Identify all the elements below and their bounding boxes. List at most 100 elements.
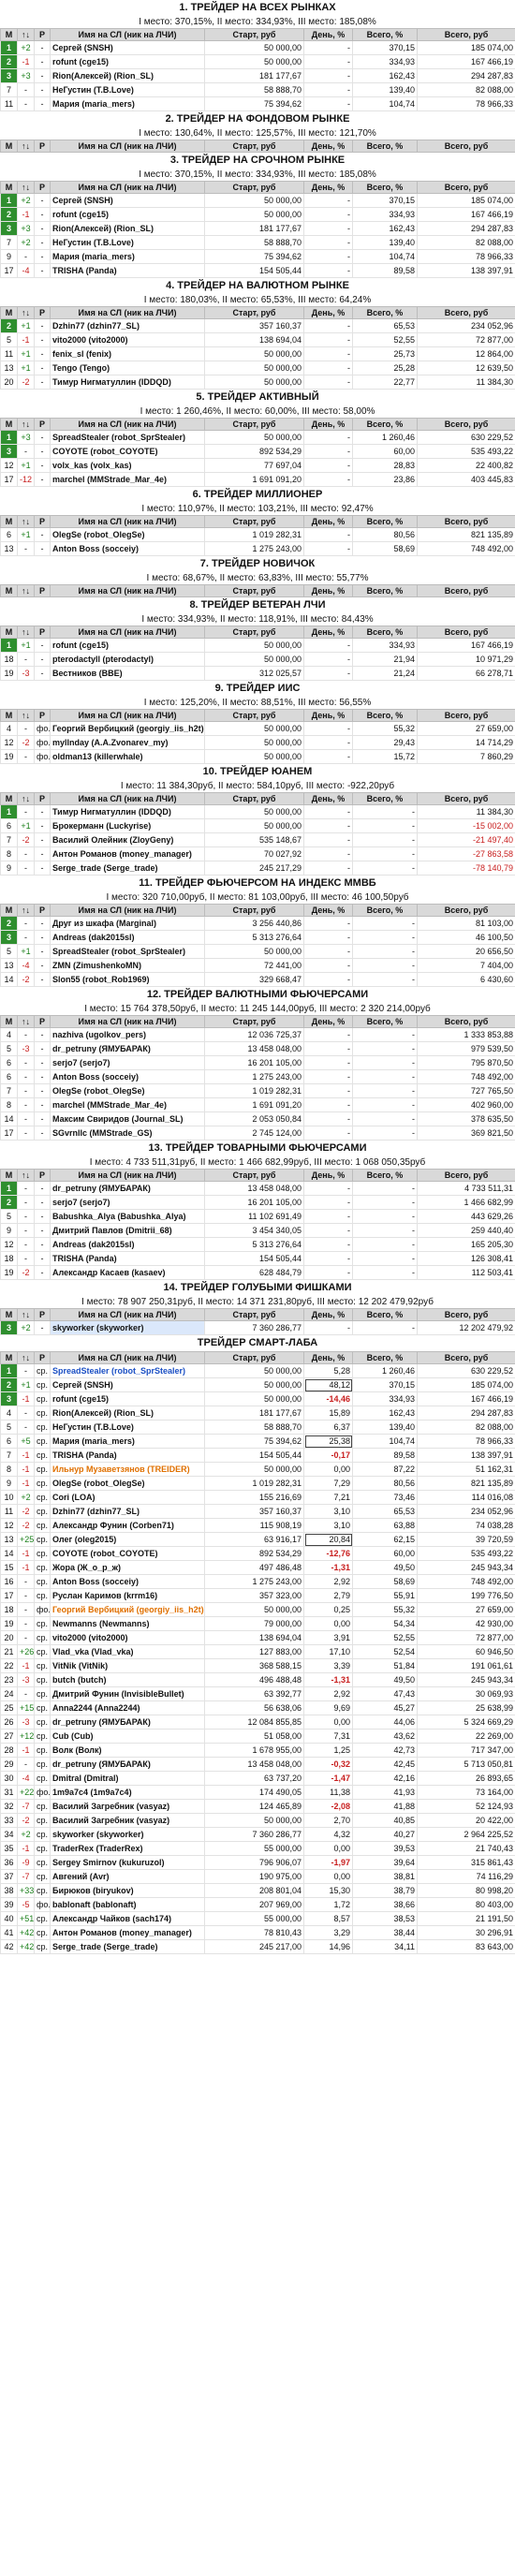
column-header[interactable]: М	[0, 1351, 18, 1364]
table-row[interactable]: 1 +3- SpreadStealer (robot_SprStealer) 50 0…	[0, 430, 515, 445]
name-cell[interactable]: dr_petruny (ЯМУБАРАК)	[50, 1715, 205, 1730]
name-cell[interactable]: SpreadStealer (robot_SprStealer)	[50, 1363, 205, 1378]
table-row[interactable]: 20- ср. vito2000 (vito2000) 138 694,04 3,91 5…	[0, 1630, 515, 1645]
column-header[interactable]: День, %	[303, 181, 353, 194]
table-row[interactable]: 1 +2- Сергей (SNSH) 50 000,00-370,15 185 074…	[0, 40, 515, 55]
table-row[interactable]: 17 -4- TRISHA (Panda) 154 505,44-89,58 138 3…	[0, 263, 515, 278]
column-header[interactable]: ↑↓	[17, 181, 35, 194]
name-cell[interactable]: Бирюков (biryukov)	[50, 1883, 205, 1898]
name-cell[interactable]: volx_kas (volx_kas)	[50, 458, 205, 473]
column-header[interactable]: Р	[34, 181, 51, 194]
name-cell[interactable]: TRISHA (Panda)	[50, 1448, 205, 1463]
column-header[interactable]: Старт, руб	[204, 626, 304, 639]
column-header[interactable]: Всего, %	[352, 1308, 418, 1321]
column-header[interactable]: Всего, %	[352, 181, 418, 194]
table-row[interactable]: 8- - Антон Романов (money_manager) 70 027,9…	[0, 846, 515, 861]
column-header[interactable]: Всего, руб	[417, 584, 515, 597]
column-header[interactable]: ↑↓	[17, 1351, 35, 1364]
table-row[interactable]: 3- - COYOTE (robot_COYOTE) 892 534,29-60,00…	[0, 444, 515, 459]
table-row[interactable]: 19- фо. oldman13 (killerwhale) 50 000,00-15…	[0, 749, 515, 764]
name-cell[interactable]: Антон Романов (money_manager)	[50, 846, 205, 861]
name-cell[interactable]: COYOTE (robot_COYOTE)	[50, 444, 205, 459]
column-header[interactable]: М	[0, 1169, 18, 1182]
name-cell[interactable]: Slon55 (robot_Rob1969)	[50, 972, 205, 987]
column-header[interactable]: ↑↓	[17, 1308, 35, 1321]
column-header[interactable]: Всего, руб	[417, 140, 515, 153]
name-cell[interactable]: TraderRex (TraderRex)	[50, 1841, 205, 1856]
table-row[interactable]: 1- - Тимур Нигматуллин (IDDQD) 50 000,00- -1…	[0, 804, 515, 819]
column-header[interactable]: Всего, руб	[417, 904, 515, 917]
column-header[interactable]: Всего, руб	[417, 1015, 515, 1028]
column-header[interactable]: Всего, %	[352, 584, 418, 597]
name-cell[interactable]: pterodactyll (pterodactyl)	[50, 652, 205, 667]
table-row[interactable]: 6- - Anton Boss (socceiy) 1 275 243,00- -748…	[0, 1069, 515, 1084]
table-row[interactable]: 8- - marchel (MMStrade_Mar_4e) 1 691 091,20…	[0, 1097, 515, 1112]
table-row[interactable]: 14- - Максим Свиридов (Journal_SL) 2 053 05…	[0, 1111, 515, 1126]
column-header[interactable]: День, %	[303, 28, 353, 41]
name-cell[interactable]: Sergey Smirnov (kukuruzol)	[50, 1855, 205, 1870]
name-cell[interactable]: Сергей (SNSH)	[50, 1377, 205, 1392]
name-cell[interactable]: 1m9a7c4 (1m9a7c4)	[50, 1785, 205, 1800]
name-cell[interactable]: ZMN (ZimushenkoMN)	[50, 958, 205, 973]
table-row[interactable]: 2 -1- rofunt (cge15) 50 000,00-334,93 167 46…	[0, 54, 515, 69]
table-row[interactable]: 9- - Дмитрий Павлов (Dmitrii_68) 3 454 340,…	[0, 1223, 515, 1238]
column-header[interactable]: ↑↓	[17, 306, 35, 319]
table-row[interactable]: 38 +33 ср. Бирюков (biryukov) 208 801,04 15,3…	[0, 1883, 515, 1898]
column-header[interactable]: Имя на СЛ (ник на ЛЧИ)	[50, 709, 205, 722]
name-cell[interactable]: Жора (Ж_о_р_ж)	[50, 1560, 205, 1575]
column-header[interactable]: День, %	[303, 515, 353, 528]
column-header[interactable]: Имя на СЛ (ник на ЛЧИ)	[50, 584, 205, 597]
name-cell[interactable]: oldman13 (killerwhale)	[50, 749, 205, 764]
column-header[interactable]: Всего, %	[352, 306, 418, 319]
name-cell[interactable]: Vlad_vka (Vlad_vka)	[50, 1644, 205, 1659]
name-cell[interactable]: OlegSe (robot_OlegSe)	[50, 1476, 205, 1491]
column-header[interactable]: ↑↓	[17, 28, 35, 41]
table-row[interactable]: 23 -3 ср. butch (butch) 496 488,48 -1,31 49,50…	[0, 1672, 515, 1687]
column-header[interactable]: Всего, руб	[417, 1351, 515, 1364]
name-cell[interactable]: Георгий Вербицкий (georgiy_iis_h2t)	[50, 721, 205, 736]
name-cell[interactable]: Вестников (BBE)	[50, 666, 205, 681]
column-header[interactable]: Р	[34, 306, 51, 319]
column-header[interactable]: Всего, %	[352, 1169, 418, 1182]
table-row[interactable]: 36 -9 ср. Sergey Smirnov (kukuruzol) 796 906…	[0, 1855, 515, 1870]
table-row[interactable]: 11- - Мария (maria_mers) 75 394,62-104,74 78…	[0, 96, 515, 111]
name-cell[interactable]: serjo7 (serjo7)	[50, 1195, 205, 1210]
column-header[interactable]: Старт, руб	[204, 515, 304, 528]
name-cell[interactable]: Тимур Нигматуллин (IDDQD)	[50, 804, 205, 819]
table-row[interactable]: 20 -2- Тимур Нигматуллин (IDDQD) 50 000,00-…	[0, 375, 515, 390]
column-header[interactable]: М	[0, 792, 18, 805]
table-row[interactable]: 34 +2 ср. skyworker (skyworker) 7 360 286,77…	[0, 1827, 515, 1842]
name-cell[interactable]: Мария (maria_mers)	[50, 96, 205, 111]
column-header[interactable]: М	[0, 306, 18, 319]
name-cell[interactable]: vito2000 (vito2000)	[50, 332, 205, 347]
column-header[interactable]: День, %	[303, 1169, 353, 1182]
column-header[interactable]: Старт, руб	[204, 306, 304, 319]
column-header[interactable]: Р	[34, 1015, 51, 1028]
name-cell[interactable]: Друг из шкафа (Marginal)	[50, 916, 205, 931]
column-header[interactable]: Всего, %	[352, 140, 418, 153]
name-cell[interactable]: Rion(Алексей) (Rion_SL)	[50, 221, 205, 236]
table-row[interactable]: 1 +2- Сергей (SNSH) 50 000,00-370,15 185 074…	[0, 193, 515, 208]
table-row[interactable]: 6 +1- OlegSe (robot_OlegSe) 1 019 282,31-80…	[0, 527, 515, 542]
name-cell[interactable]: Cub (Cub)	[50, 1729, 205, 1744]
name-cell[interactable]: Rion(Алексей) (Rion_SL)	[50, 1406, 205, 1420]
name-cell[interactable]: Anton Boss (socceiy)	[50, 1069, 205, 1084]
name-cell[interactable]: rofunt (cge15)	[50, 638, 205, 653]
name-cell[interactable]: skyworker (skyworker)	[50, 1320, 205, 1335]
table-row[interactable]: 7 -2- Василий Олейник (ZloyGeny) 535 148,67…	[0, 832, 515, 847]
name-cell[interactable]: Василий Загребник (vasyaz)	[50, 1813, 205, 1828]
column-header[interactable]: Р	[34, 584, 51, 597]
column-header[interactable]: ↑↓	[17, 1169, 35, 1182]
column-header[interactable]: Старт, руб	[204, 792, 304, 805]
table-row[interactable]: 18- фо. Георгий Вербицкий (georgiy_iis_h2t…	[0, 1602, 515, 1617]
name-cell[interactable]: Dzhin77 (dzhin77_SL)	[50, 318, 205, 333]
column-header[interactable]: День, %	[303, 140, 353, 153]
column-header[interactable]: Имя на СЛ (ник на ЛЧИ)	[50, 626, 205, 639]
column-header[interactable]: Р	[34, 140, 51, 153]
table-row[interactable]: 12 +1- volx_kas (volx_kas) 77 697,04-28,83 2…	[0, 458, 515, 473]
name-cell[interactable]: Rion(Алексей) (Rion_SL)	[50, 68, 205, 83]
column-header[interactable]: Имя на СЛ (ник на ЛЧИ)	[50, 1308, 205, 1321]
name-cell[interactable]: Мария (maria_mers)	[50, 1434, 205, 1449]
column-header[interactable]: День, %	[303, 418, 353, 431]
table-row[interactable]: 40 +51 ср. Александр Чайков (sach174) 55 000…	[0, 1911, 515, 1926]
